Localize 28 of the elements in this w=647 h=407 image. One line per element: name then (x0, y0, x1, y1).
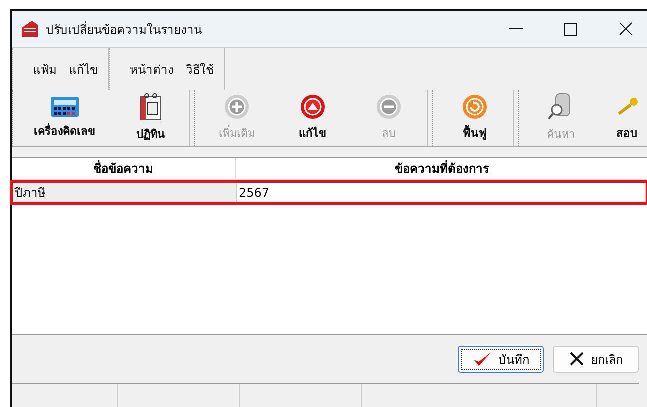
menu-item[interactable]: แฟ้ม (33, 60, 57, 78)
menu-item[interactable]: หน้าต่าง (130, 60, 174, 78)
toolbar-button[interactable]: ปฏิทิน (113, 90, 189, 146)
window-title: ปรับเปลี่ยนข้อความในรายงาน (46, 20, 203, 38)
toolbar-button[interactable]: ฟื้นฟู (437, 90, 513, 146)
menu-item[interactable]: แก้ไข (69, 60, 98, 78)
calendar-icon (139, 93, 163, 121)
calculator-icon (50, 96, 80, 118)
close-icon (569, 351, 585, 367)
cancel-button[interactable]: ยกเลิก (553, 346, 639, 372)
toolbar-button[interactable]: สอบ (599, 90, 647, 146)
check-icon (472, 351, 492, 367)
table-row[interactable]: ปีภาษี 2567 (10, 180, 647, 205)
table-cell: 2567 (237, 183, 646, 202)
table-cell: ปีภาษี (13, 183, 237, 202)
close-icon (618, 22, 632, 36)
maximize-icon (564, 22, 577, 36)
toolbar-button[interactable]: เครื่องคิดเลข (17, 90, 113, 146)
column-header: ข้อความที่ต้องการ (236, 158, 647, 180)
toolbar-button[interactable]: แก้ไข (275, 90, 351, 146)
minimize-icon (508, 28, 522, 30)
column-header: ชื่อข้อความ (12, 158, 236, 180)
menu-item[interactable]: วิธีใช้ (186, 60, 214, 78)
save-button[interactable]: บันทึก (458, 346, 544, 372)
refresh-icon (462, 94, 488, 120)
minus-icon (376, 94, 402, 120)
app-icon (20, 20, 40, 38)
plus-icon (224, 94, 250, 120)
